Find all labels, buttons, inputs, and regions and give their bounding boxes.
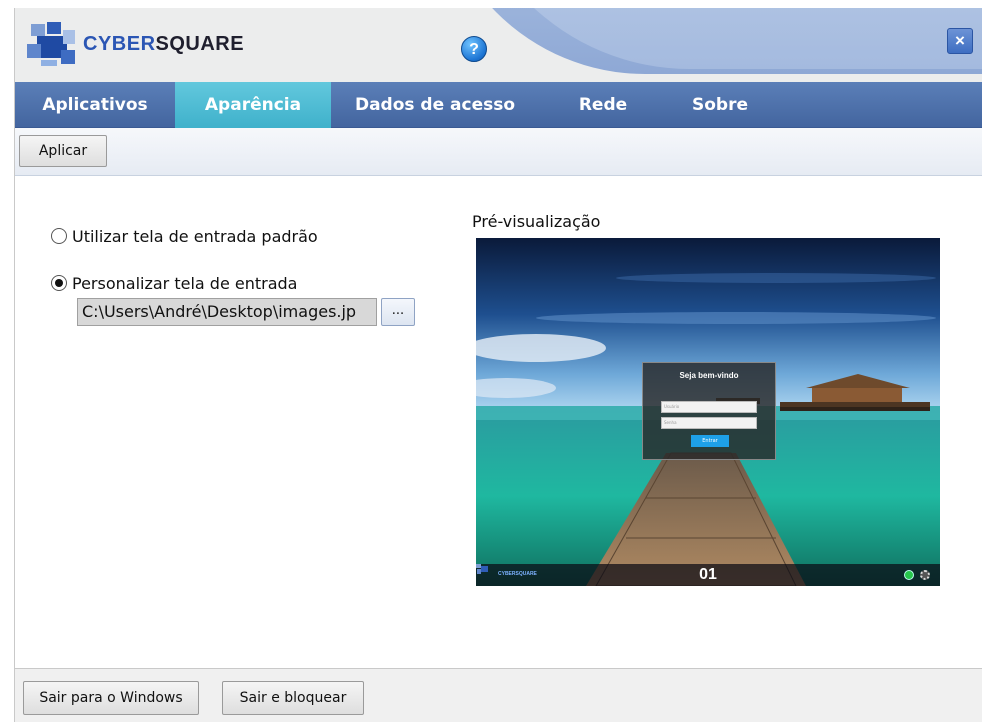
- tab-dados-de-acesso[interactable]: Dados de acesso: [345, 82, 525, 128]
- default-screen-option[interactable]: Utilizar tela de entrada padrão: [51, 224, 318, 248]
- custom-screen-option[interactable]: Personalizar tela de entrada: [51, 271, 297, 295]
- exit-and-lock-button[interactable]: Sair e bloquear: [222, 681, 364, 715]
- tab-rede[interactable]: Rede: [563, 82, 643, 128]
- preview-login-button: Entrar: [691, 435, 729, 447]
- brand-name-part1: CYBER: [83, 33, 156, 55]
- preview-gear-icon: [920, 570, 930, 580]
- custom-screen-label: Personalizar tela de entrada: [72, 273, 298, 293]
- footer-bar: Sair para o Windows Sair e bloquear: [15, 668, 982, 722]
- cybersquare-logo-icon: [27, 22, 75, 66]
- preview-login-box: Seja bem-vindo Usuário Senha Entrar: [642, 362, 776, 460]
- tab-sobre[interactable]: Sobre: [675, 82, 765, 128]
- preview-username-field: Usuário: [661, 401, 757, 413]
- preview-label: Pré-visualização: [472, 212, 601, 231]
- custom-screen-radio[interactable]: [51, 275, 67, 291]
- login-screen-preview: Seja bem-vindo Usuário Senha Entrar CYBE…: [476, 238, 940, 586]
- close-button[interactable]: ×: [947, 28, 973, 54]
- preview-station-number: 01: [699, 566, 717, 583]
- default-screen-label: Utilizar tela de entrada padrão: [72, 226, 318, 246]
- tab-aparencia[interactable]: Aparência: [175, 82, 331, 128]
- brand-name-part2: SQUARE: [155, 33, 245, 55]
- default-screen-radio[interactable]: [51, 228, 67, 244]
- help-icon[interactable]: ?: [461, 36, 487, 62]
- title-bar: CYBERSQUARE ? ×: [15, 8, 982, 82]
- apply-button[interactable]: Aplicar: [19, 135, 107, 167]
- preview-login-title: Seja bem-vindo: [679, 371, 739, 380]
- image-path-field[interactable]: C:\Users\André\Desktop\images.jp: [77, 298, 377, 326]
- tab-bar: Aplicativos Aparência Dados de acesso Re…: [15, 82, 982, 128]
- preview-power-icon: [904, 570, 914, 580]
- tab-aplicativos[interactable]: Aplicativos: [15, 82, 175, 128]
- preview-password-field: Senha: [661, 417, 757, 429]
- appearance-panel: Utilizar tela de entrada padrão Personal…: [15, 176, 982, 668]
- toolbar: Aplicar: [15, 128, 982, 176]
- exit-to-windows-button[interactable]: Sair para o Windows: [23, 681, 199, 715]
- app-window: CYBERSQUARE ? × Aplicativos Aparência Da…: [14, 8, 982, 722]
- brand-name: CYBERSQUARE: [83, 33, 244, 56]
- browse-button[interactable]: ...: [381, 298, 415, 326]
- preview-footer-bar: CYBERSQUARE 01: [476, 564, 940, 586]
